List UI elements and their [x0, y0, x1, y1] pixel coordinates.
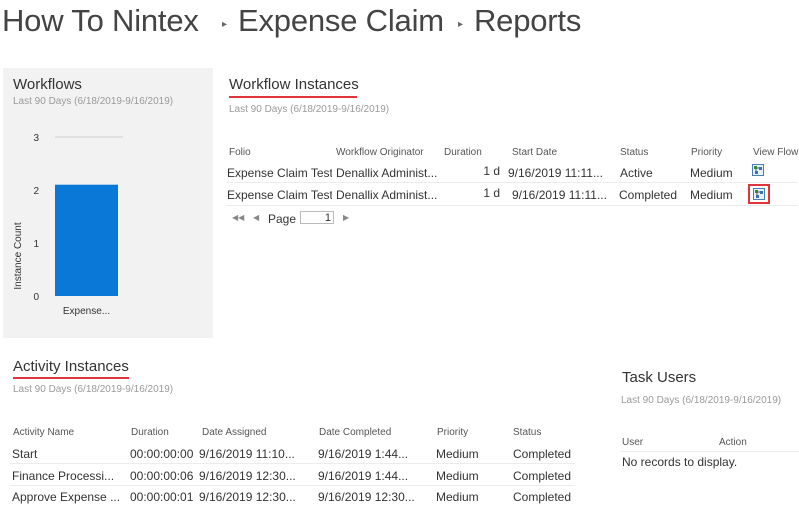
cell-priority: Medium — [436, 469, 479, 483]
cell-priority: Medium — [690, 166, 733, 180]
y-tick-label: 3 — [33, 133, 39, 144]
column-header[interactable]: Activity Name — [13, 427, 74, 438]
cell-status: Active — [620, 166, 653, 180]
cell-date-assigned: 9/16/2019 11:10... — [199, 447, 295, 461]
column-header[interactable]: Start Date — [512, 147, 557, 158]
row-divider — [226, 182, 798, 183]
column-header[interactable]: Priority — [437, 427, 468, 438]
column-header[interactable]: View Flow — [753, 147, 798, 158]
x-tick-label: Expense... — [63, 306, 110, 317]
cell-duration: 1 d — [483, 164, 500, 178]
cell-status: Completed — [513, 469, 572, 483]
column-header[interactable]: Action — [719, 437, 747, 448]
row-divider — [620, 451, 799, 452]
column-header[interactable]: Duration — [131, 427, 169, 438]
cell-date-assigned: 9/16/2019 12:30... — [199, 469, 296, 483]
column-header[interactable]: Folio — [229, 147, 251, 158]
cell-duration: 00:00:00:01 — [130, 490, 194, 504]
cell-status: Completed — [513, 447, 572, 461]
breadcrumb-item-reports: Reports — [474, 3, 582, 38]
activity-instances-title: Activity Instances — [13, 358, 129, 375]
cell-duration: 00:00:00:00 — [130, 447, 194, 461]
cell-date-completed: 9/16/2019 1:44... — [318, 447, 409, 461]
cell-duration: 00:00:00:06 — [130, 469, 194, 483]
cell-start-date: 9/16/2019 11:11... — [512, 188, 607, 202]
cell-priority: Medium — [436, 447, 479, 461]
triangle-right-icon: ▸ — [222, 19, 228, 30]
cell-date-completed: 9/16/2019 1:44... — [318, 469, 409, 483]
view-flow-icon[interactable] — [753, 188, 765, 200]
workflows-panel: Workflows Last 90 Days (6/18/2019-9/16/2… — [3, 68, 213, 338]
cell-activity-name: Finance Processi... — [12, 469, 115, 483]
column-header[interactable]: Priority — [691, 147, 722, 158]
title-underline — [229, 96, 357, 98]
column-header[interactable]: Status — [620, 147, 648, 158]
breadcrumb-item-app[interactable]: Expense Claim — [238, 3, 444, 39]
row-divider — [226, 205, 798, 206]
task-users-subtitle: Last 90 Days (6/18/2019-9/16/2019) — [621, 395, 782, 406]
cell-activity-name: Start — [12, 447, 38, 461]
column-header[interactable]: User — [622, 437, 643, 448]
workflow-instances-title: Workflow Instances — [229, 76, 359, 93]
y-axis-label: Instance Count — [13, 222, 24, 289]
y-tick-label: 2 — [33, 186, 39, 197]
page-number-input[interactable] — [300, 211, 334, 224]
cell-priority: Medium — [436, 490, 479, 504]
column-header[interactable]: Status — [513, 427, 541, 438]
activity-instances-subtitle: Last 90 Days (6/18/2019-9/16/2019) — [13, 384, 174, 395]
prev-page-icon[interactable]: ◀ — [253, 213, 259, 222]
column-header[interactable]: Date Completed — [319, 427, 391, 438]
breadcrumb-item-site[interactable]: How To Nintex — [2, 3, 199, 39]
row-divider — [10, 463, 575, 464]
cell-status: Completed — [513, 490, 572, 504]
cell-start-date: 9/16/2019 11:11... — [508, 166, 603, 180]
triangle-right-icon: ▸ — [458, 19, 464, 30]
cell-originator: Denallix Administ... — [336, 166, 438, 180]
title-underline — [13, 377, 129, 379]
cell-originator: Denallix Administ... — [336, 188, 438, 202]
cell-date-completed: 9/16/2019 12:30... — [318, 490, 415, 504]
y-tick-label: 0 — [33, 292, 39, 303]
column-header[interactable]: Workflow Originator — [336, 147, 424, 158]
cell-status: Completed — [619, 188, 678, 202]
workflow-instances-subtitle: Last 90 Days (6/18/2019-9/16/2019) — [229, 104, 390, 115]
empty-message: No records to display. — [622, 455, 738, 469]
first-page-icon[interactable]: ◀◀ — [232, 213, 244, 222]
page-label: Page — [268, 212, 297, 226]
column-header[interactable]: Duration — [444, 147, 482, 158]
cell-folio: Expense Claim Test — [227, 166, 332, 180]
bar — [55, 184, 118, 296]
cell-date-assigned: 9/16/2019 12:30... — [199, 490, 296, 504]
view-flow-icon[interactable] — [752, 164, 764, 176]
cell-priority: Medium — [690, 188, 733, 202]
cell-folio: Expense Claim Test — [227, 188, 332, 202]
column-header[interactable]: Date Assigned — [202, 427, 267, 438]
cell-activity-name: Approve Expense ... — [12, 490, 121, 504]
next-page-icon[interactable]: ▶ — [343, 213, 349, 222]
task-users-title: Task Users — [622, 369, 697, 386]
row-divider — [10, 485, 575, 486]
cell-duration: 1 d — [483, 186, 500, 200]
workflows-chart: 0 1 2 3 Instance Count Expense... — [13, 133, 123, 317]
y-tick-label: 1 — [33, 239, 39, 250]
